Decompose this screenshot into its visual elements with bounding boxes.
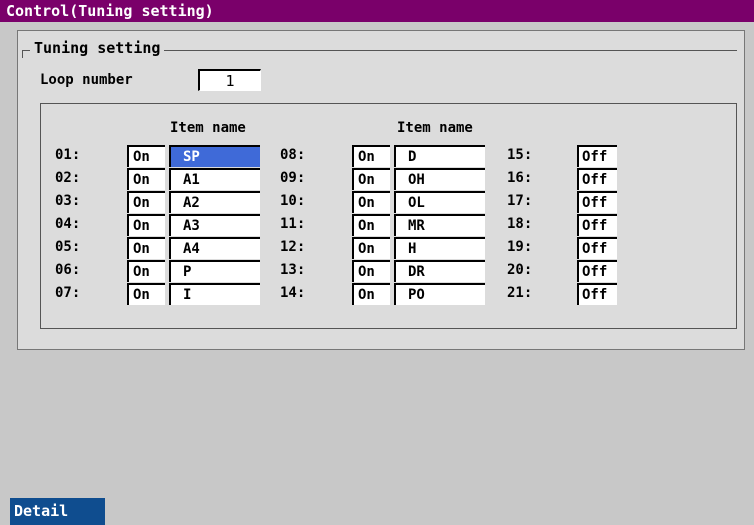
window-title: Control(Tuning setting) — [0, 0, 754, 22]
item-name-field[interactable]: PO — [394, 283, 485, 305]
row-number: 08: — [280, 147, 306, 163]
item-toggle[interactable]: Off — [577, 260, 617, 282]
item-name-field[interactable]: A1 — [169, 168, 260, 190]
row-number: 18: — [507, 216, 533, 232]
item-name-field[interactable]: OL — [394, 191, 485, 213]
item-name-field[interactable]: A4 — [169, 237, 260, 259]
row-number: 14: — [280, 285, 306, 301]
row-number: 12: — [280, 239, 306, 255]
loop-number-field[interactable]: 1 — [198, 69, 261, 91]
row-number: 06: — [55, 262, 81, 278]
row-number: 02: — [55, 170, 81, 186]
row-number: 11: — [280, 216, 306, 232]
row-number: 09: — [280, 170, 306, 186]
item-toggle[interactable]: On — [127, 283, 165, 305]
row-number: 03: — [55, 193, 81, 209]
item-toggle[interactable]: Off — [577, 145, 617, 167]
item-toggle[interactable]: Off — [577, 237, 617, 259]
loop-number-label: Loop number — [40, 72, 133, 88]
item-toggle[interactable]: Off — [577, 283, 617, 305]
row-number: 01: — [55, 147, 81, 163]
item-name-field[interactable]: MR — [394, 214, 485, 236]
item-toggle[interactable]: Off — [577, 191, 617, 213]
item-name-field[interactable]: OH — [394, 168, 485, 190]
item-toggle[interactable]: On — [127, 145, 165, 167]
detail-button[interactable]: Detail — [10, 498, 105, 525]
item-name-field[interactable]: P — [169, 260, 260, 282]
item-toggle[interactable]: On — [127, 168, 165, 190]
row-number: 10: — [280, 193, 306, 209]
item-toggle[interactable]: On — [127, 237, 165, 259]
row-number: 04: — [55, 216, 81, 232]
item-name-field[interactable]: D — [394, 145, 485, 167]
row-number: 05: — [55, 239, 81, 255]
item-toggle[interactable]: On — [352, 145, 390, 167]
item-toggle[interactable]: Off — [577, 214, 617, 236]
item-toggle[interactable]: On — [127, 260, 165, 282]
row-number: 13: — [280, 262, 306, 278]
item-name-field[interactable]: I — [169, 283, 260, 305]
item-name-field[interactable]: A3 — [169, 214, 260, 236]
item-toggle[interactable]: On — [352, 168, 390, 190]
item-toggle[interactable]: On — [352, 191, 390, 213]
item-toggle[interactable]: Off — [577, 168, 617, 190]
column-header-item-name-2: Item name — [397, 120, 473, 136]
row-number: 20: — [507, 262, 533, 278]
column-header-item-name-1: Item name — [170, 120, 246, 136]
item-toggle[interactable]: On — [352, 283, 390, 305]
item-toggle[interactable]: On — [352, 260, 390, 282]
item-toggle[interactable]: On — [127, 191, 165, 213]
row-number: 07: — [55, 285, 81, 301]
row-number: 16: — [507, 170, 533, 186]
row-number: 15: — [507, 147, 533, 163]
row-number: 19: — [507, 239, 533, 255]
item-toggle[interactable]: On — [352, 214, 390, 236]
group-corner — [22, 50, 23, 58]
item-toggle[interactable]: On — [352, 237, 390, 259]
group-title: Tuning setting — [30, 39, 165, 57]
item-name-field[interactable]: H — [394, 237, 485, 259]
row-number: 17: — [507, 193, 533, 209]
item-toggle[interactable]: On — [127, 214, 165, 236]
row-number: 21: — [507, 285, 533, 301]
item-name-field[interactable]: A2 — [169, 191, 260, 213]
item-name-field[interactable]: DR — [394, 260, 485, 282]
item-name-field[interactable]: SP — [169, 145, 260, 167]
